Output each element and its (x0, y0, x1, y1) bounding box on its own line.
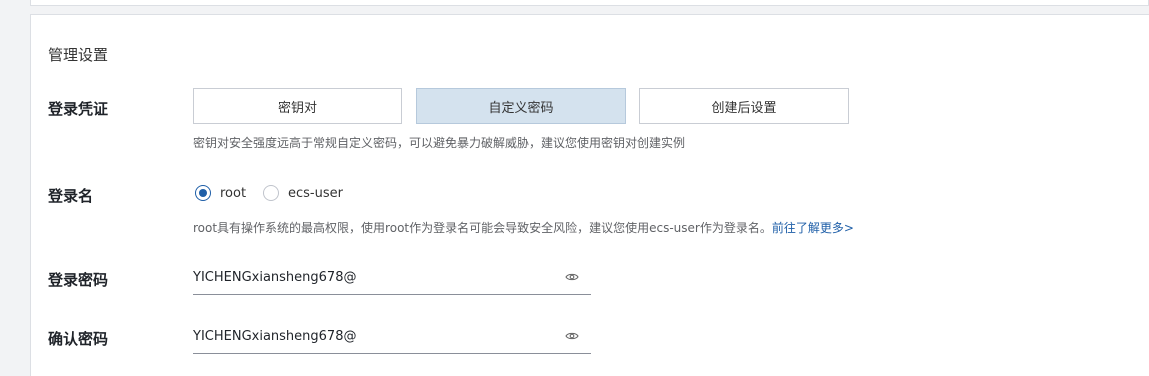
credential-option-custom-password[interactable]: 自定义密码 (416, 88, 626, 124)
management-settings-panel: 管理设置 登录凭证 密钥对 自定义密码 创建后设置 密钥对安全强度远高于常规自定… (30, 14, 1149, 376)
confirm-password-field (193, 320, 591, 354)
credential-option-set-later[interactable]: 创建后设置 (639, 88, 849, 124)
password-field (193, 261, 591, 295)
password-label: 登录密码 (48, 271, 109, 289)
confirm-password-input[interactable] (193, 329, 543, 344)
credential-label: 登录凭证 (48, 100, 109, 118)
login-name-hint-text: root具有操作系统的最高权限，使用root作为登录名可能会导致安全风险，建议您… (193, 221, 772, 235)
credential-hint: 密钥对安全强度远高于常规自定义密码，可以避免暴力破解威胁，建议您使用密钥对创建实… (193, 136, 686, 150)
radio-root[interactable]: root (195, 185, 246, 201)
radio-ecs-user-label: ecs-user (288, 185, 343, 201)
eye-icon[interactable] (565, 272, 579, 282)
credential-option-keypair[interactable]: 密钥对 (193, 88, 402, 124)
password-input[interactable] (193, 270, 543, 285)
learn-more-link[interactable]: 前往了解更多> (772, 221, 854, 235)
eye-icon[interactable] (565, 331, 579, 341)
confirm-password-label: 确认密码 (48, 330, 109, 348)
section-title: 管理设置 (48, 46, 109, 64)
radio-unchecked-indicator (263, 185, 279, 201)
radio-root-label: root (220, 185, 247, 201)
login-name-hint: root具有操作系统的最高权限，使用root作为登录名可能会导致安全风险，建议您… (193, 219, 854, 236)
radio-checked-indicator (195, 185, 211, 201)
login-name-label: 登录名 (48, 187, 94, 205)
radio-ecs-user[interactable]: ecs-user (263, 185, 343, 201)
previous-panel-edge (30, 0, 1149, 6)
